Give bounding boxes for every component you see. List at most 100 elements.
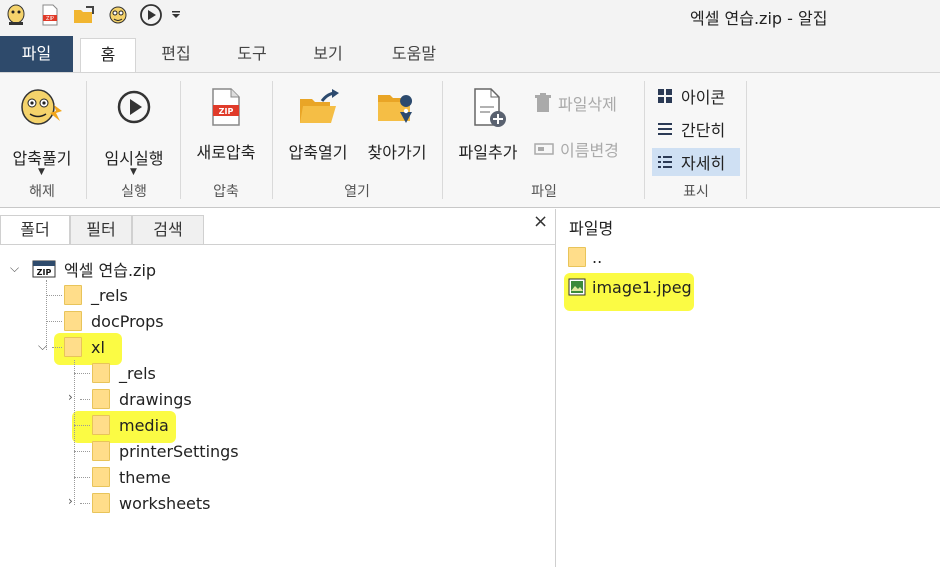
- tree-line: [74, 373, 90, 374]
- chevron-right-icon[interactable]: ›: [68, 390, 73, 404]
- tab-folder[interactable]: 폴더: [0, 215, 70, 245]
- ribbon-separator: [442, 81, 443, 199]
- view-simple-button[interactable]: 간단히: [652, 115, 740, 143]
- tree-item-xl-rels[interactable]: _rels: [92, 361, 156, 385]
- extract-button[interactable]: 압축풀기 ▼: [4, 79, 80, 177]
- play-icon[interactable]: [139, 3, 163, 27]
- ribbon-separator: [644, 81, 645, 199]
- tree-line: [52, 347, 62, 348]
- run-label: 임시실행: [104, 149, 164, 168]
- group-label-open: 열기: [344, 184, 370, 200]
- group-label-view: 표시: [683, 184, 709, 200]
- tab-search[interactable]: 검색: [132, 215, 204, 245]
- group-label-file: 파일: [531, 184, 557, 200]
- file-name: ..: [592, 247, 603, 267]
- tree-item-drawings[interactable]: drawings: [92, 387, 192, 411]
- window-title: 엑셀 연습.zip - 알집: [690, 9, 828, 28]
- tree-line: [74, 360, 75, 505]
- rename-icon: [534, 143, 554, 155]
- close-icon[interactable]: ×: [533, 211, 548, 232]
- tab-tools[interactable]: 도구: [222, 38, 282, 72]
- browse-button[interactable]: 찾아가기: [358, 79, 436, 174]
- alzip-mascot-icon[interactable]: [106, 3, 130, 27]
- ribbon-separator: [180, 81, 181, 199]
- ribbon-separator: [272, 81, 273, 199]
- rename-button[interactable]: 이름변경: [534, 135, 638, 163]
- zip-file-icon[interactable]: ZIP: [38, 3, 62, 27]
- tree-item-label: _rels: [91, 285, 128, 305]
- chevron-down-icon: ▼: [38, 167, 45, 177]
- column-header-filename[interactable]: 파일명: [569, 215, 613, 239]
- tree-item-label: _rels: [119, 363, 156, 383]
- view-simple-label: 간단히: [681, 121, 726, 140]
- trash-icon: [535, 93, 551, 112]
- tree-item-theme[interactable]: theme: [92, 465, 171, 489]
- tree-line: [74, 451, 90, 452]
- tree-item-xl[interactable]: xl: [64, 335, 105, 359]
- ribbon-separator: [86, 81, 87, 199]
- svg-text:ZIP: ZIP: [37, 268, 52, 277]
- temporary-run-button[interactable]: 임시실행 ▼: [94, 79, 174, 177]
- tree-item-printersettings[interactable]: printerSettings: [92, 439, 239, 463]
- folder-location-icon: [378, 95, 413, 123]
- folder-icon: [92, 441, 110, 461]
- browse-label: 찾아가기: [367, 143, 427, 162]
- alzip-extract-icon: [21, 89, 62, 125]
- new-zip-button[interactable]: ZIP 새로압축: [186, 79, 266, 174]
- alzip-logo-icon[interactable]: [4, 3, 28, 27]
- open-zip-button[interactable]: 압축열기: [278, 79, 358, 174]
- chevron-down-icon[interactable]: ⌵: [10, 261, 19, 276]
- tab-help[interactable]: 도움말: [374, 38, 454, 72]
- play-circle-icon: [117, 90, 151, 124]
- tree-item-media[interactable]: media: [92, 413, 169, 437]
- zip-file-icon: ZIP: [212, 88, 240, 126]
- chevron-down-icon[interactable]: ⌵: [38, 339, 47, 354]
- view-detail-button[interactable]: 자세히: [652, 148, 740, 176]
- ribbon: 압축풀기 ▼ 해제 임시실행 ▼ 실행 ZIP 새로압축 압축 압축열기 찾아가…: [0, 72, 940, 208]
- delete-file-button[interactable]: 파일삭제: [534, 89, 638, 117]
- tab-home[interactable]: 홈: [80, 38, 136, 72]
- tree-line: [74, 477, 90, 478]
- tree-item-label: printerSettings: [119, 441, 239, 461]
- folder-icon: [568, 247, 586, 267]
- extract-label: 압축풀기: [12, 149, 72, 168]
- tree-item-rels[interactable]: _rels: [64, 283, 128, 307]
- tree-line: [46, 321, 62, 322]
- view-detail-label: 자세히: [681, 154, 726, 173]
- tree-item-label: xl: [91, 337, 105, 357]
- file-name: image1.jpeg: [592, 277, 692, 297]
- tab-view[interactable]: 보기: [298, 38, 358, 72]
- tree-item-worksheets[interactable]: worksheets: [92, 491, 211, 515]
- add-file-icon: [474, 88, 506, 127]
- tree-item-label: drawings: [119, 389, 192, 409]
- ribbon-separator: [746, 81, 747, 199]
- tab-edit[interactable]: 편집: [146, 38, 206, 72]
- tree-item-docprops[interactable]: docProps: [64, 309, 164, 333]
- file-row-parent[interactable]: ..: [568, 245, 602, 269]
- large-icons-icon: [658, 89, 672, 103]
- tab-filter[interactable]: 필터: [70, 215, 132, 245]
- view-icon-button[interactable]: 아이콘: [652, 82, 740, 110]
- folder-icon: [92, 363, 110, 383]
- tree-item-label: docProps: [91, 311, 164, 331]
- tree-line: [74, 425, 90, 426]
- tab-divider: [0, 244, 556, 245]
- chevron-right-icon[interactable]: ›: [68, 494, 73, 508]
- view-icon-label: 아이콘: [681, 88, 726, 107]
- file-list-panel: 파일명 .. image1.jpeg: [560, 209, 940, 567]
- customize-dropdown-icon[interactable]: [171, 10, 181, 20]
- folder-icon: [92, 467, 110, 487]
- folder-panel: 폴더 필터 검색 × ⌵ ZIP 엑셀 연습.zip _rels docProp…: [0, 209, 556, 567]
- folder-icon: [92, 493, 110, 513]
- tree-item-root[interactable]: ZIP 엑셀 연습.zip: [32, 257, 156, 281]
- file-row-image[interactable]: image1.jpeg: [568, 275, 692, 299]
- delete-file-label: 파일삭제: [558, 95, 617, 114]
- add-file-label: 파일추가: [458, 143, 518, 162]
- svg-text:ZIP: ZIP: [219, 107, 234, 116]
- tab-file[interactable]: 파일: [0, 36, 73, 72]
- svg-text:ZIP: ZIP: [46, 16, 54, 22]
- folder-icon: [92, 389, 110, 409]
- add-file-button[interactable]: 파일추가: [448, 79, 528, 174]
- tree-line: [46, 295, 62, 296]
- folder-open-icon[interactable]: [72, 3, 96, 27]
